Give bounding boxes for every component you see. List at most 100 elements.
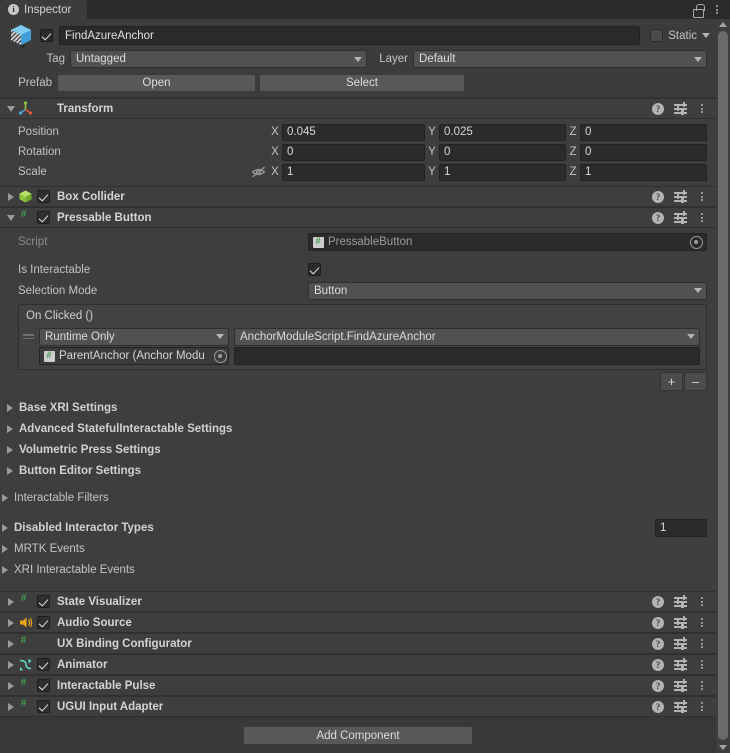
component-header-pressable-button[interactable]: Pressable Button ?: [0, 207, 716, 228]
gameobject-name-input[interactable]: [59, 26, 641, 45]
tab-inspector[interactable]: i Inspector: [0, 0, 88, 19]
rotation-x-input[interactable]: [282, 143, 425, 161]
kebab-menu-icon[interactable]: [697, 659, 707, 670]
help-icon[interactable]: ?: [652, 637, 664, 650]
box-collider-foldout-toggle[interactable]: [4, 186, 18, 207]
lock-icon[interactable]: [692, 3, 705, 18]
foldout-base-xri-settings[interactable]: Base XRI Settings: [0, 397, 716, 418]
interactable-pulse-enabled-checkbox[interactable]: [37, 679, 50, 692]
animator-enabled-checkbox[interactable]: [37, 658, 50, 671]
help-icon[interactable]: ?: [652, 595, 664, 608]
preset-icon[interactable]: [674, 658, 687, 671]
audio-source-enabled-checkbox[interactable]: [37, 616, 50, 629]
prefab-open-button[interactable]: Open: [57, 73, 256, 92]
object-picker-icon[interactable]: [214, 349, 227, 363]
kebab-menu-icon[interactable]: [697, 103, 707, 114]
state-visualizer-foldout-toggle[interactable]: [4, 591, 18, 612]
component-header-box-collider[interactable]: Box Collider ?: [0, 186, 716, 207]
ugui-input-adapter-foldout-toggle[interactable]: [4, 696, 18, 717]
foldout-advanced-statefulinteractable-settings[interactable]: Advanced StatefulInteractable Settings: [0, 418, 716, 439]
component-header-state-visualizer[interactable]: State Visualizer ?: [0, 591, 716, 612]
position-x-input[interactable]: [282, 123, 425, 141]
transform-foldout-toggle[interactable]: [4, 98, 18, 119]
scroll-up-arrow-icon[interactable]: [716, 19, 730, 30]
foldout-interactable-filters[interactable]: Interactable Filters: [0, 487, 716, 508]
kebab-menu-icon[interactable]: [697, 617, 707, 628]
rotation-z-input[interactable]: [580, 143, 707, 161]
static-checkbox[interactable]: [650, 29, 664, 42]
help-icon[interactable]: ?: [652, 658, 664, 671]
foldout-button-editor-settings[interactable]: Button Editor Settings: [0, 460, 716, 481]
eye-off-icon[interactable]: [251, 166, 266, 178]
preset-icon[interactable]: [674, 190, 687, 203]
help-icon[interactable]: ?: [652, 679, 664, 692]
ux-binding-configurator-title: UX Binding Configurator: [57, 637, 192, 650]
foldout-volumetric-press-settings[interactable]: Volumetric Press Settings: [0, 439, 716, 460]
preset-icon[interactable]: [674, 637, 687, 650]
kebab-menu-icon[interactable]: [697, 701, 707, 712]
object-picker-icon[interactable]: [690, 235, 703, 249]
foldout-disabled-interactor-types[interactable]: Disabled Interactor Types: [0, 517, 716, 538]
preset-icon[interactable]: [674, 700, 687, 713]
pressable-button-enabled-checkbox[interactable]: [37, 211, 50, 224]
add-event-button[interactable]: +: [660, 372, 683, 391]
add-component-button[interactable]: Add Component: [243, 726, 473, 745]
scale-y-input[interactable]: [439, 163, 566, 181]
script-object-field[interactable]: PressableButton: [308, 233, 707, 251]
help-icon[interactable]: ?: [652, 190, 664, 203]
position-y-input[interactable]: [439, 123, 566, 141]
pressable-button-foldout-toggle[interactable]: [4, 207, 18, 228]
state-visualizer-enabled-checkbox[interactable]: [37, 595, 50, 608]
foldout-xri-interactable-events[interactable]: XRI Interactable Events: [0, 559, 716, 580]
foldout-mrtk-events[interactable]: MRTK Events: [0, 538, 716, 559]
component-header-ugui-input-adapter[interactable]: UGUI Input Adapter ?: [0, 696, 716, 717]
call-mode-dropdown[interactable]: Runtime Only: [39, 327, 229, 346]
preset-icon[interactable]: [674, 211, 687, 224]
is-interactable-checkbox[interactable]: [308, 263, 321, 276]
kebab-menu-icon[interactable]: [697, 680, 707, 691]
drag-handle-icon[interactable]: [23, 334, 34, 339]
interactable-pulse-foldout-toggle[interactable]: [4, 675, 18, 696]
kebab-menu-icon[interactable]: [697, 191, 707, 202]
rotation-y-input[interactable]: [439, 143, 566, 161]
help-icon[interactable]: ?: [652, 211, 664, 224]
position-z-input[interactable]: [580, 123, 707, 141]
kebab-menu-icon[interactable]: [697, 212, 707, 223]
box-collider-enabled-checkbox[interactable]: [37, 190, 50, 203]
tag-dropdown[interactable]: Untagged: [70, 50, 367, 68]
kebab-menu-icon[interactable]: [697, 596, 707, 607]
help-icon[interactable]: ?: [652, 700, 664, 713]
component-header-animator[interactable]: Animator ?: [0, 654, 716, 675]
audio-source-foldout-toggle[interactable]: [4, 612, 18, 633]
animator-foldout-toggle[interactable]: [4, 654, 18, 675]
scrollbar-thumb[interactable]: [718, 31, 728, 740]
gameobject-enabled-checkbox[interactable]: [40, 29, 53, 42]
disabled-interactor-types-size-input[interactable]: [655, 518, 707, 537]
component-header-transform[interactable]: Transform ?: [0, 98, 716, 119]
scale-z-input[interactable]: [580, 163, 707, 181]
help-icon[interactable]: ?: [652, 102, 664, 115]
kebab-menu-icon[interactable]: [712, 4, 722, 15]
kebab-menu-icon[interactable]: [697, 638, 707, 649]
component-header-interactable-pulse[interactable]: Interactable Pulse ?: [0, 675, 716, 696]
static-dropdown-caret-icon[interactable]: [702, 33, 710, 38]
scale-x-input[interactable]: [282, 163, 425, 181]
selection-mode-dropdown[interactable]: Button: [308, 281, 707, 300]
component-header-ux-binding-configurator[interactable]: UX Binding Configurator ?: [0, 633, 716, 654]
remove-event-button[interactable]: –: [684, 372, 707, 391]
layer-dropdown[interactable]: Default: [413, 50, 707, 68]
prefab-select-button[interactable]: Select: [259, 73, 465, 92]
prefab-cube-icon: [8, 23, 34, 49]
ugui-input-adapter-enabled-checkbox[interactable]: [37, 700, 50, 713]
preset-icon[interactable]: [674, 102, 687, 115]
vertical-scrollbar[interactable]: [716, 19, 730, 753]
help-icon[interactable]: ?: [652, 616, 664, 629]
preset-icon[interactable]: [674, 595, 687, 608]
target-object-field[interactable]: ParentAnchor (Anchor Modu: [39, 347, 229, 365]
preset-icon[interactable]: [674, 679, 687, 692]
component-header-audio-source[interactable]: Audio Source ?: [0, 612, 716, 633]
ux-binding-configurator-foldout-toggle[interactable]: [4, 633, 18, 654]
preset-icon[interactable]: [674, 616, 687, 629]
function-dropdown[interactable]: AnchorModuleScript.FindAzureAnchor: [234, 327, 700, 346]
argument-field[interactable]: [234, 347, 700, 365]
